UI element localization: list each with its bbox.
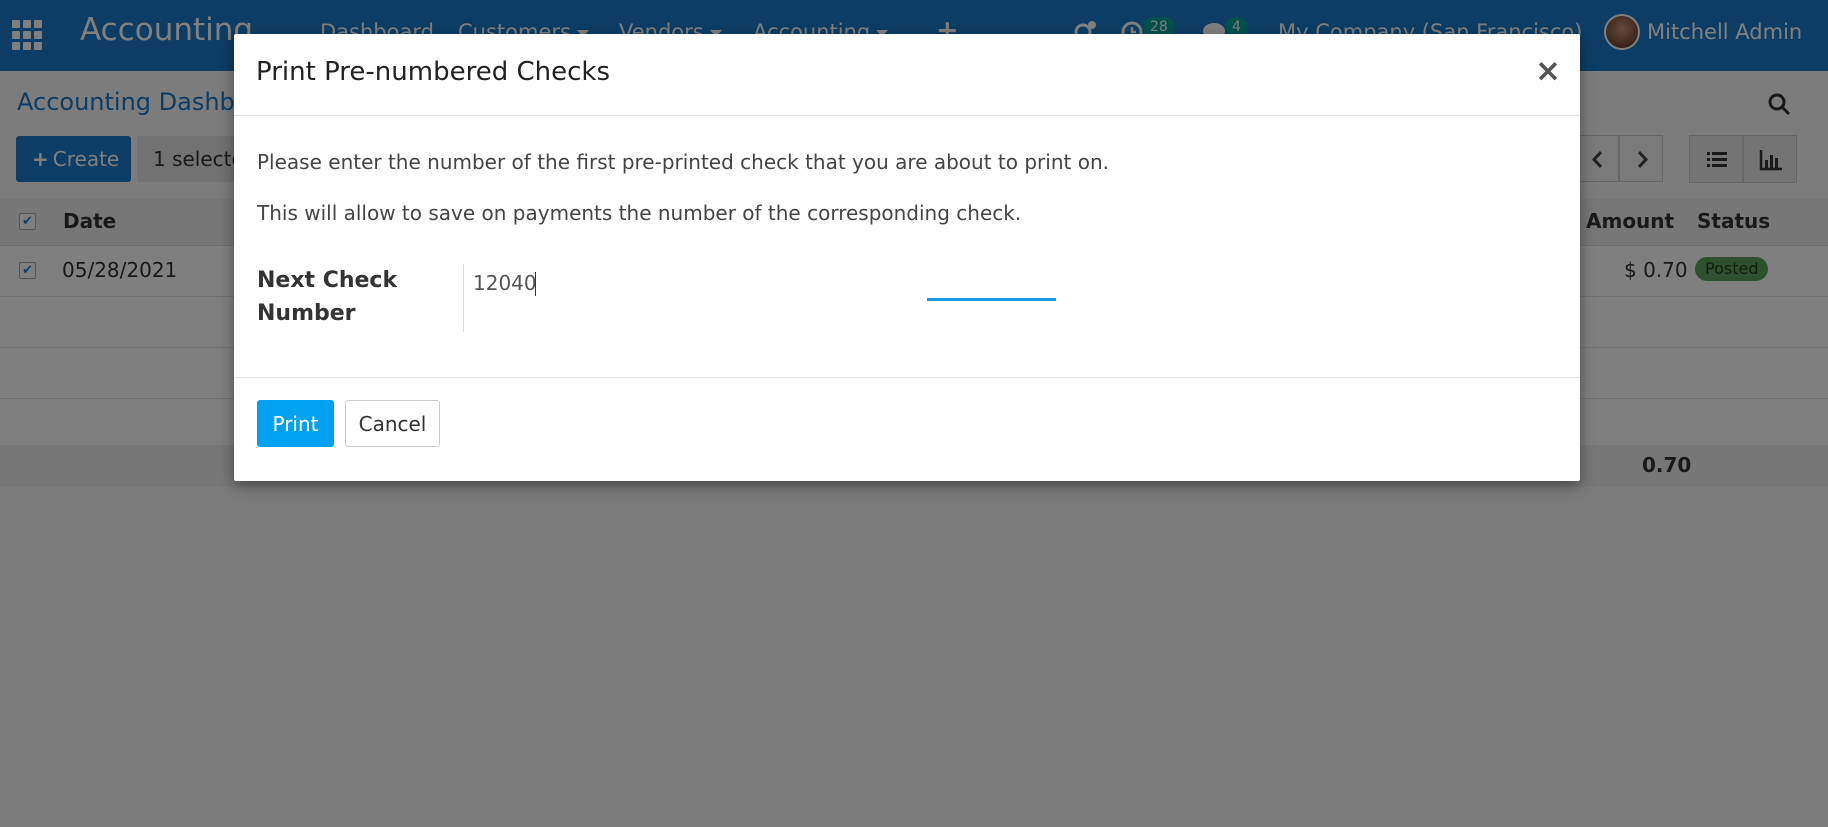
- field-divider: [463, 264, 464, 332]
- instruction-text: Please enter the number of the first pre…: [257, 150, 1109, 174]
- field-label-line2: Number: [257, 301, 356, 326]
- dialog-footer: Print Cancel: [234, 377, 1580, 481]
- next-check-number-label: Next Check Number: [257, 264, 447, 330]
- dialog-title: Print Pre-numbered Checks: [256, 57, 610, 87]
- info-text: This will allow to save on payments the …: [257, 201, 1022, 225]
- print-button[interactable]: Print: [257, 400, 334, 447]
- cancel-button[interactable]: Cancel: [345, 400, 440, 447]
- field-label-line1: Next Check: [257, 268, 398, 293]
- text-cursor: [535, 272, 536, 296]
- dialog-header: Print Pre-numbered Checks ×: [234, 34, 1580, 116]
- input-focus-underline: [927, 298, 1056, 301]
- print-checks-dialog: Print Pre-numbered Checks × Please enter…: [234, 34, 1580, 481]
- next-check-number-input[interactable]: [473, 267, 673, 299]
- close-icon[interactable]: ×: [1535, 53, 1561, 89]
